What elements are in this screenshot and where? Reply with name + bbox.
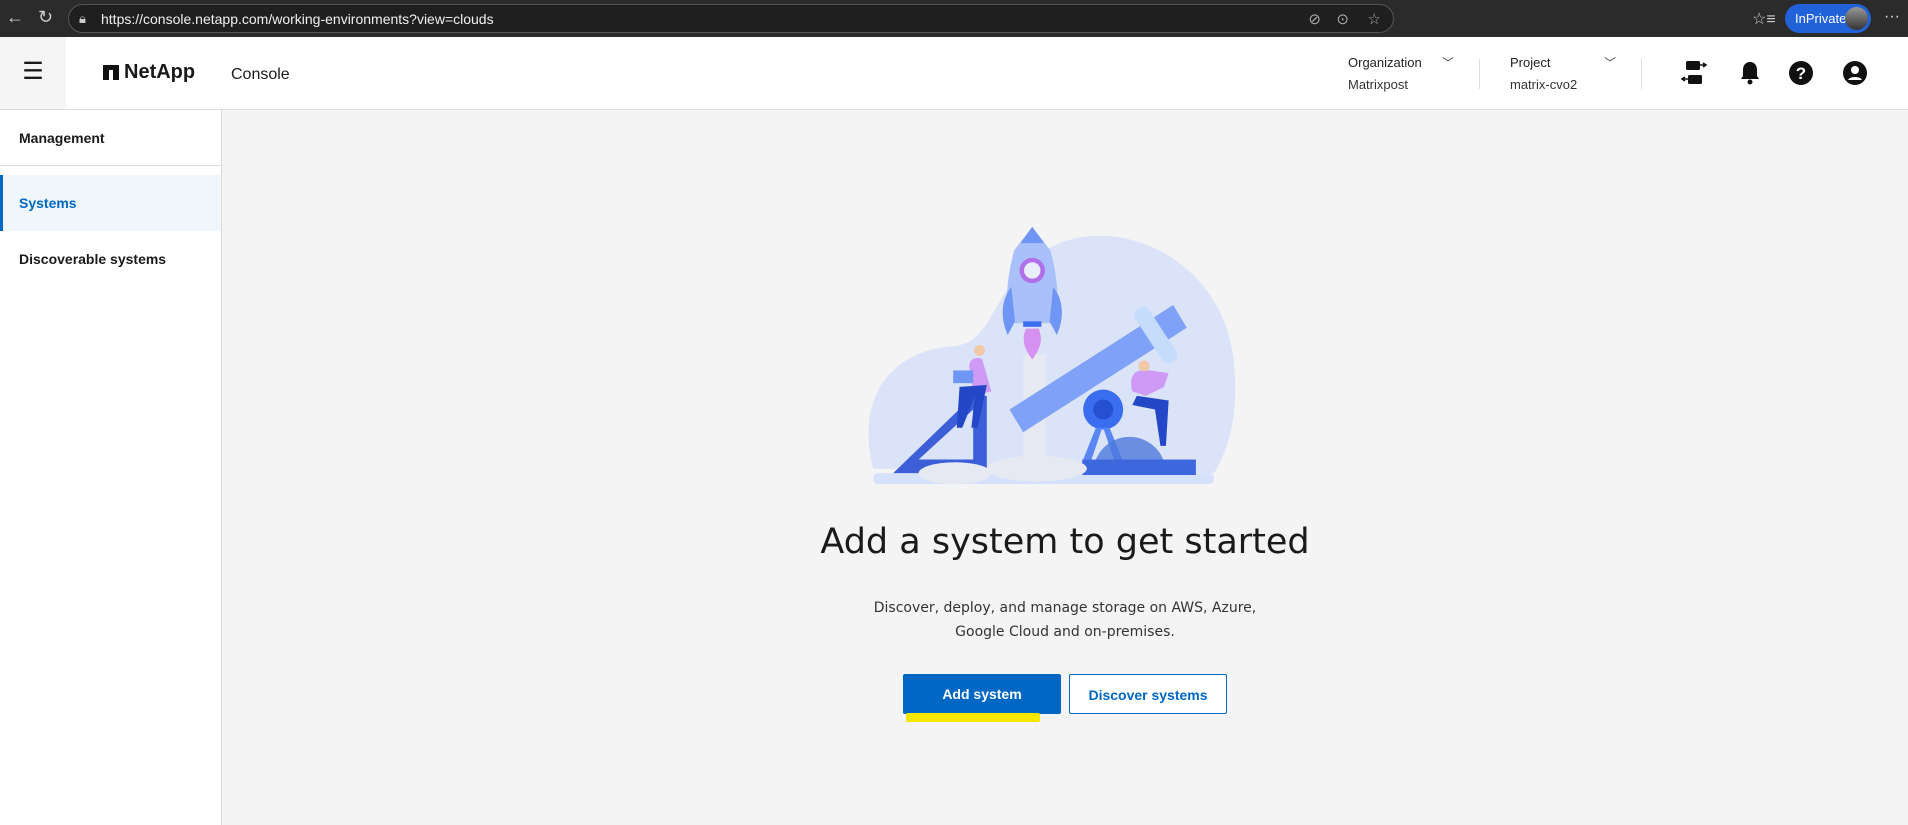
refresh-icon[interactable]: ↻ [38, 7, 53, 28]
back-icon[interactable]: ← [6, 7, 24, 28]
organization-selector[interactable]: Organization Matrixpost [1348, 55, 1422, 92]
tracking-prevention-icon[interactable]: ⊘ [1308, 10, 1321, 28]
description-line: Discover, deploy, and manage storage on … [873, 600, 1257, 616]
page-description: Discover, deploy, and manage storage on … [222, 596, 1908, 644]
address-bar[interactable]: 🔒︎ https://console.netapp.com/working-en… [68, 4, 1394, 33]
favorites-list-icon[interactable]: ☆≡ [1752, 9, 1776, 29]
hamburger-menu-icon[interactable]: ☰ [0, 37, 66, 109]
sidebar-item-systems[interactable]: Systems [0, 175, 221, 231]
connector-icon[interactable] [1680, 59, 1708, 87]
more-circle-icon[interactable]: ⊙ [1336, 10, 1349, 28]
favorite-star-icon[interactable]: ☆ [1368, 10, 1381, 28]
organization-label: Organization [1348, 55, 1422, 70]
sidebar-item-discoverable-systems[interactable]: Discoverable systems [0, 231, 221, 287]
help-icon[interactable]: ? [1787, 59, 1815, 87]
add-system-button[interactable]: Add system [903, 674, 1061, 714]
user-icon[interactable] [1841, 59, 1869, 87]
project-value: matrix-cvo2 [1510, 77, 1578, 92]
app-header: ☰ NetApp Console Organization Matrixpost… [0, 37, 1908, 110]
logo-text: NetApp [124, 61, 196, 83]
svg-text:?: ? [1796, 64, 1806, 83]
divider [1479, 59, 1480, 89]
app-name: Console [231, 66, 290, 83]
inprivate-badge[interactable]: InPrivate [1785, 4, 1871, 33]
inprivate-label: InPrivate [1795, 11, 1847, 26]
more-icon[interactable]: ··· [1884, 8, 1900, 26]
chevron-down-icon[interactable]: ﹀ [1442, 54, 1454, 71]
highlight-underline [906, 713, 1040, 722]
avatar [1845, 7, 1868, 30]
url-text[interactable]: https://console.netapp.com/working-envir… [101, 11, 494, 27]
sidebar: Management Systems Discoverable systems [0, 110, 222, 825]
project-label: Project [1510, 55, 1551, 70]
sidebar-title: Management [0, 110, 221, 166]
description-line: Google Cloud and on-premises. [955, 624, 1175, 640]
project-selector[interactable]: Project matrix-cvo2 [1510, 55, 1577, 92]
chevron-down-icon[interactable]: ﹀ [1604, 54, 1616, 71]
lock-icon[interactable]: 🔒︎ [79, 11, 86, 27]
rocket-telescope-illustration [868, 226, 1236, 485]
netapp-mark-icon [103, 65, 119, 80]
discover-systems-button[interactable]: Discover systems [1069, 674, 1227, 714]
divider [1641, 59, 1642, 89]
netapp-logo[interactable]: NetApp [103, 61, 195, 84]
page-heading: Add a system to get started [820, 522, 1310, 562]
browser-toolbar: ← ↻ 🔒︎ https://console.netapp.com/workin… [0, 0, 1908, 37]
bell-icon[interactable] [1736, 59, 1764, 87]
organization-value: Matrixpost [1348, 77, 1408, 92]
